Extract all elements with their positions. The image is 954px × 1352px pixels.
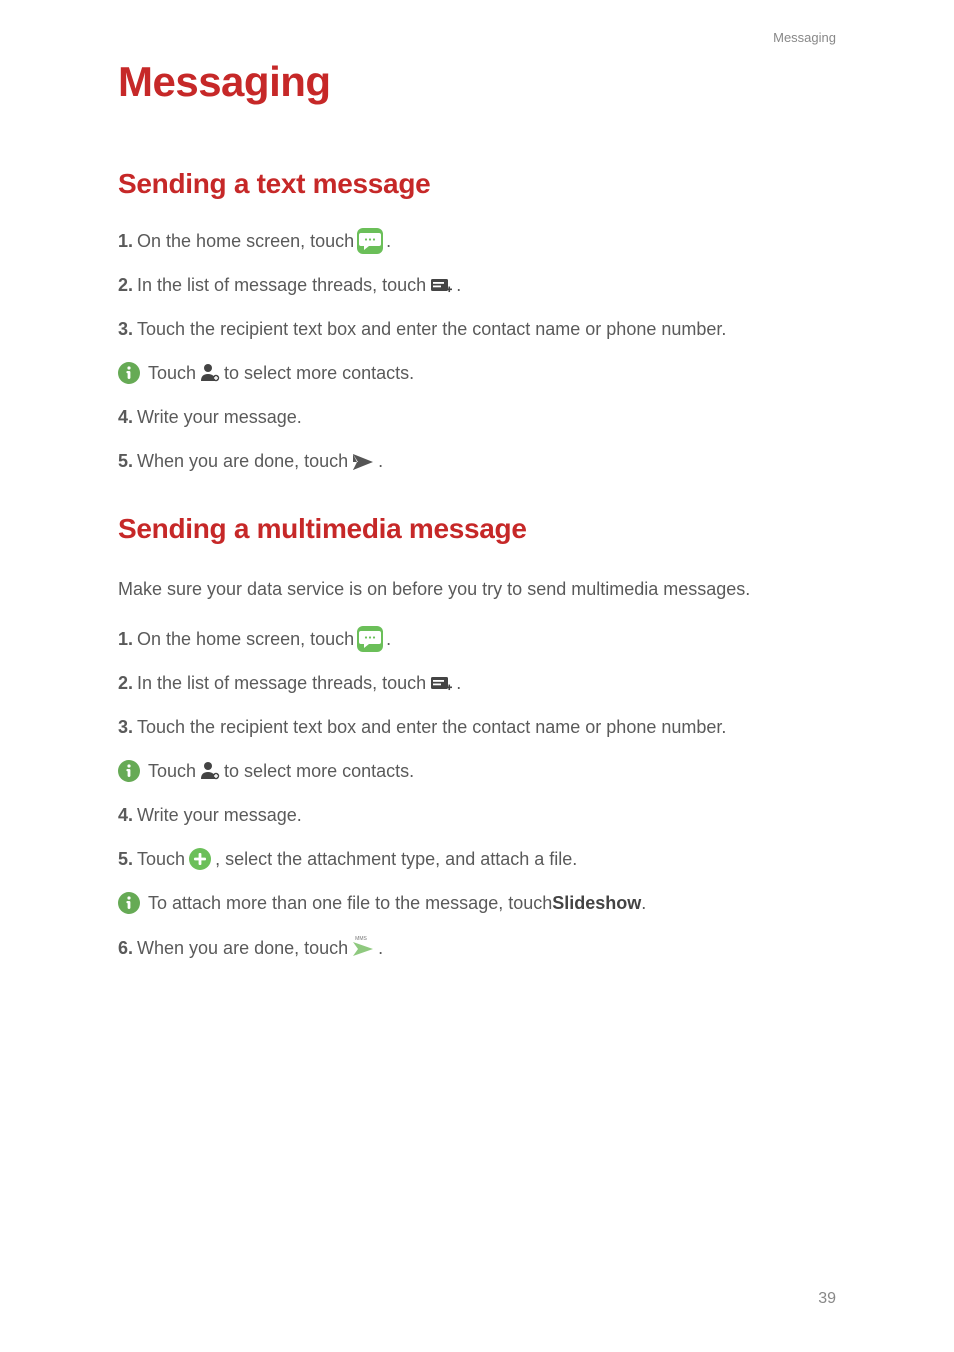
step-number: 2. bbox=[118, 670, 133, 696]
step-text: On the home screen, touch bbox=[137, 228, 354, 254]
step-text: Write your message. bbox=[137, 404, 302, 430]
step-text: In the list of message threads, touch bbox=[137, 670, 426, 696]
step-1: 1. On the home screen, touch . bbox=[118, 228, 836, 254]
tip-text-pre: Touch bbox=[148, 360, 196, 386]
step-text: Touch bbox=[137, 846, 185, 872]
step-text-post: . bbox=[456, 670, 461, 696]
compose-icon bbox=[429, 673, 453, 693]
mm-step-5: 5. Touch , select the attachment type, a… bbox=[118, 846, 836, 872]
send-icon bbox=[351, 452, 375, 472]
tip-text-post: . bbox=[641, 890, 646, 916]
step-text: In the list of message threads, touch bbox=[137, 272, 426, 298]
step-number: 5. bbox=[118, 846, 133, 872]
plus-icon bbox=[188, 847, 212, 871]
add-contact-icon bbox=[199, 760, 221, 782]
mm-step-4: 4. Write your message. bbox=[118, 802, 836, 828]
section-title-multimedia: Sending a multimedia message bbox=[118, 513, 836, 545]
step-number: 3. bbox=[118, 316, 133, 342]
step-text-post: . bbox=[386, 228, 391, 254]
step-number: 5. bbox=[118, 448, 133, 474]
step-4: 4. Write your message. bbox=[118, 404, 836, 430]
chapter-title: Messaging bbox=[118, 58, 836, 106]
messaging-app-icon bbox=[357, 626, 383, 652]
add-contact-icon bbox=[199, 362, 221, 384]
step-number: 1. bbox=[118, 228, 133, 254]
step-text-post: . bbox=[378, 448, 383, 474]
step-number: 3. bbox=[118, 714, 133, 740]
step-number: 4. bbox=[118, 802, 133, 828]
mm-step-2: 2. In the list of message threads, touch… bbox=[118, 670, 836, 696]
messaging-app-icon bbox=[357, 228, 383, 254]
breadcrumb: Messaging bbox=[773, 30, 836, 45]
step-text: Touch the recipient text box and enter t… bbox=[137, 316, 726, 342]
step-text: On the home screen, touch bbox=[137, 626, 354, 652]
info-icon bbox=[118, 892, 140, 914]
step-text-post: . bbox=[378, 935, 383, 961]
step-text: Write your message. bbox=[137, 802, 302, 828]
step-5: 5. When you are done, touch . bbox=[118, 448, 836, 474]
step-number: 2. bbox=[118, 272, 133, 298]
step-text: When you are done, touch bbox=[137, 935, 348, 961]
step-number: 1. bbox=[118, 626, 133, 652]
compose-icon bbox=[429, 275, 453, 295]
step-text-post: . bbox=[456, 272, 461, 298]
mm-tip-slideshow: To attach more than one file to the mess… bbox=[118, 890, 836, 916]
tip-text-pre: Touch bbox=[148, 758, 196, 784]
page-number: 39 bbox=[818, 1290, 836, 1308]
step-3: 3. Touch the recipient text box and ente… bbox=[118, 316, 836, 342]
tip-text-post: to select more contacts. bbox=[224, 360, 414, 386]
mm-step-1: 1. On the home screen, touch . bbox=[118, 626, 836, 652]
intro-paragraph: Make sure your data service is on before… bbox=[118, 573, 836, 606]
send-mms-icon bbox=[351, 936, 375, 960]
mm-tip-select-contacts: Touch to select more contacts. bbox=[118, 758, 836, 784]
mm-step-3: 3. Touch the recipient text box and ente… bbox=[118, 714, 836, 740]
mm-step-6: 6. When you are done, touch . bbox=[118, 935, 836, 961]
tip-text-pre: To attach more than one file to the mess… bbox=[148, 890, 552, 916]
step-2: 2. In the list of message threads, touch… bbox=[118, 272, 836, 298]
tip-text-post: to select more contacts. bbox=[224, 758, 414, 784]
step-number: 4. bbox=[118, 404, 133, 430]
info-icon bbox=[118, 760, 140, 782]
slideshow-label: Slideshow bbox=[552, 890, 641, 916]
step-text: When you are done, touch bbox=[137, 448, 348, 474]
step-text: Touch the recipient text box and enter t… bbox=[137, 714, 726, 740]
section-title-text-message: Sending a text message bbox=[118, 168, 836, 200]
step-text-post: . bbox=[386, 626, 391, 652]
step-text-post: , select the attachment type, and attach… bbox=[215, 846, 577, 872]
tip-select-contacts: Touch to select more contacts. bbox=[118, 360, 836, 386]
step-number: 6. bbox=[118, 935, 133, 961]
info-icon bbox=[118, 362, 140, 384]
